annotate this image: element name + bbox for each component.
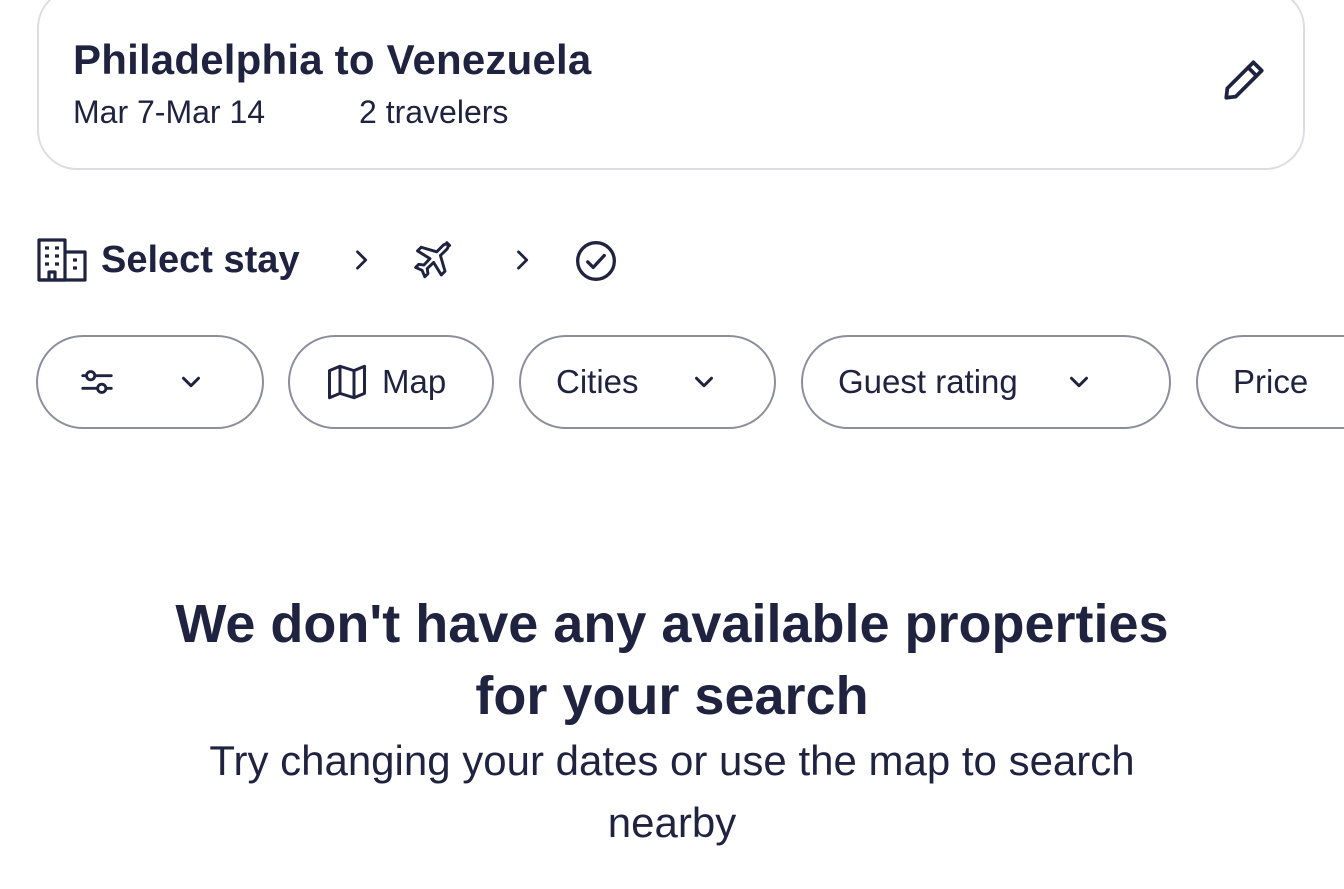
pencil-icon: [1224, 60, 1264, 100]
search-travelers: 2 travelers: [359, 94, 509, 130]
empty-state-title-line: We don't have any available properties: [175, 594, 1169, 654]
cities-pill[interactable]: Cities: [519, 335, 776, 429]
chevron-down-icon: [182, 376, 200, 388]
chevron-right-icon: [356, 250, 368, 270]
empty-state-title: We don't have any available properties f…: [0, 588, 1344, 732]
search-summary-card[interactable]: Philadelphia to Venezuela Mar 7-Mar 14 2…: [37, 0, 1305, 170]
building-icon: [37, 238, 87, 282]
chevron-right-icon: [517, 250, 529, 270]
guest-rating-pill-label: Guest rating: [838, 363, 1018, 400]
booking-steps: Select stay: [37, 232, 677, 288]
step-confirm[interactable]: [573, 238, 619, 284]
empty-state-subtitle-line: nearby: [607, 799, 737, 846]
chevron-down-icon: [694, 376, 713, 388]
filters-settings-pill[interactable]: [36, 335, 264, 429]
map-pill-label: Map: [382, 363, 447, 400]
step-select-stay-label: Select stay: [101, 238, 300, 281]
empty-state-subtitle: Try changing your dates or use the map t…: [0, 730, 1344, 854]
price-pill-label: Price: [1233, 363, 1309, 400]
cities-pill-label: Cities: [556, 363, 639, 400]
step-select-stay[interactable]: Select stay: [37, 232, 300, 288]
sliders-icon: [81, 370, 113, 394]
price-pill[interactable]: Price: [1196, 335, 1344, 429]
edit-search-button[interactable]: [1214, 50, 1274, 110]
search-title: Philadelphia to Venezuela: [73, 36, 592, 83]
airplane-icon: [414, 241, 452, 279]
step-flight[interactable]: [411, 238, 457, 284]
empty-state-subtitle-line: Try changing your dates or use the map t…: [209, 737, 1135, 784]
search-dates: Mar 7-Mar 14: [73, 94, 266, 130]
guest-rating-pill[interactable]: Guest rating: [801, 335, 1171, 429]
map-icon: [328, 364, 366, 400]
map-pill[interactable]: Map: [288, 335, 494, 429]
check-circle-icon: [576, 241, 616, 281]
empty-state-title-line: for your search: [475, 666, 869, 726]
filter-bar: Map Cities Guest rating Price: [0, 335, 1344, 431]
chevron-down-icon: [1069, 376, 1088, 388]
